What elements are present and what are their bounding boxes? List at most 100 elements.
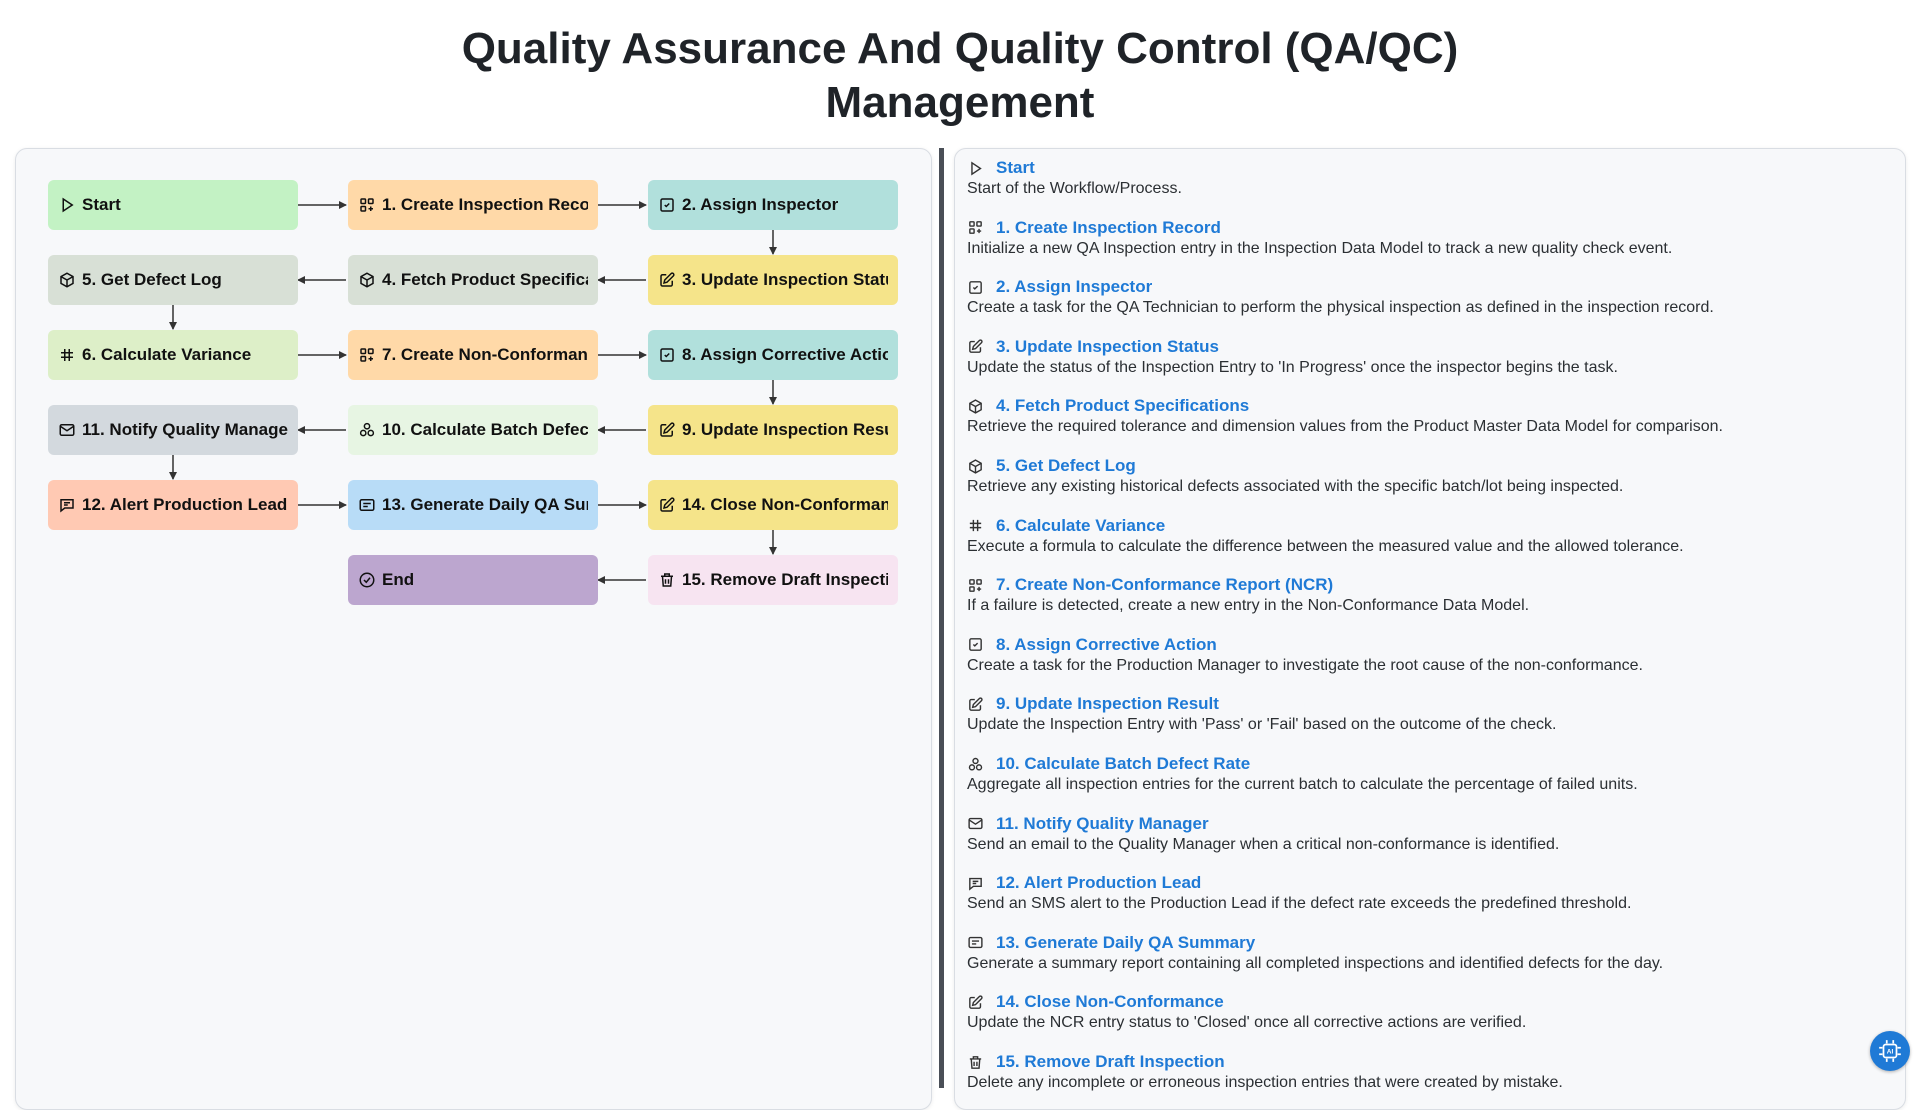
node-label: End bbox=[382, 570, 415, 589]
node-n6[interactable]: 6. Calculate Variance bbox=[48, 330, 298, 380]
step-descriptions-panel[interactable]: Start Start of the Workflow/Process. 1. Cr… bbox=[954, 148, 1906, 1110]
step-description-head[interactable]: 11. Notify Quality Manager bbox=[967, 813, 1897, 835]
check-square-icon bbox=[967, 279, 984, 296]
hash-grid-icon bbox=[967, 517, 984, 534]
step-description: 14. Close Non-Conformance Update the NCR … bbox=[967, 991, 1897, 1033]
step-description: 5. Get Defect Log Retrieve any existing h… bbox=[967, 455, 1897, 497]
step-description: Start Start of the Workflow/Process. bbox=[967, 157, 1897, 199]
step-description-head[interactable]: Start bbox=[967, 157, 1897, 179]
step-description-head[interactable]: 12. Alert Production Lead bbox=[967, 872, 1897, 894]
step-name-link[interactable]: 2. Assign Inspector bbox=[996, 277, 1152, 297]
step-name-link[interactable]: 7. Create Non-Conformance Report (NCR) bbox=[996, 575, 1333, 595]
step-name-link[interactable]: 13. Generate Daily QA Summary bbox=[996, 933, 1255, 953]
step-name-link[interactable]: 6. Calculate Variance bbox=[996, 516, 1165, 536]
step-description: 13. Generate Daily QA Summary Generate a … bbox=[967, 932, 1897, 974]
node-n3[interactable]: 3. Update Inspection Status bbox=[648, 255, 898, 305]
node-label: 8. Assign Corrective Action bbox=[682, 345, 888, 364]
step-name-link[interactable]: 11. Notify Quality Manager bbox=[996, 814, 1209, 834]
step-description: 2. Assign Inspector Create a task for the… bbox=[967, 276, 1897, 318]
play-icon bbox=[967, 160, 984, 177]
step-name-link[interactable]: 8. Assign Corrective Action bbox=[996, 635, 1217, 655]
step-name-link[interactable]: 10. Calculate Batch Defect Rate bbox=[996, 754, 1250, 774]
ai-chip-icon: AI bbox=[1879, 1040, 1901, 1062]
node-label: 15. Remove Draft Inspection bbox=[682, 570, 888, 589]
node-n10[interactable]: 10. Calculate Batch Defect Rate bbox=[348, 405, 598, 455]
node-n11[interactable]: 11. Notify Quality Manager bbox=[48, 405, 298, 455]
step-description-head[interactable]: 14. Close Non-Conformance bbox=[967, 991, 1897, 1013]
step-name-link[interactable]: 3. Update Inspection Status bbox=[996, 337, 1219, 357]
step-description-head[interactable]: 4. Fetch Product Specifications bbox=[967, 395, 1897, 417]
mail-icon bbox=[967, 815, 984, 832]
step-name-link[interactable]: 4. Fetch Product Specifications bbox=[996, 396, 1249, 416]
step-description-head[interactable]: 5. Get Defect Log bbox=[967, 455, 1897, 477]
svg-text:AI: AI bbox=[1887, 1049, 1894, 1056]
node-label: 12. Alert Production Lead bbox=[82, 495, 288, 514]
node-n15[interactable]: 15. Remove Draft Inspection bbox=[648, 555, 898, 605]
step-description-text: Initialize a new QA Inspection entry in … bbox=[967, 239, 1673, 257]
node-label: 9. Update Inspection Result bbox=[682, 420, 888, 439]
edit-icon bbox=[967, 696, 984, 713]
node-n2[interactable]: 2. Assign Inspector bbox=[648, 180, 898, 230]
node-n7[interactable]: 7. Create Non-Conformance Report (NCR) bbox=[348, 330, 598, 380]
node-n4[interactable]: 4. Fetch Product Specifications bbox=[348, 255, 598, 305]
step-description-head[interactable]: 6. Calculate Variance bbox=[967, 515, 1897, 537]
trash-icon bbox=[967, 1054, 984, 1071]
step-description-head[interactable]: 10. Calculate Batch Defect Rate bbox=[967, 753, 1897, 775]
step-description: 7. Create Non-Conformance Report (NCR) If… bbox=[967, 574, 1897, 616]
node-n14[interactable]: 14. Close Non-Conformance bbox=[648, 480, 898, 530]
node-label: Start bbox=[82, 195, 121, 214]
edit-icon bbox=[967, 338, 984, 355]
step-name-link[interactable]: 1. Create Inspection Record bbox=[996, 218, 1221, 238]
step-description-head[interactable]: 15. Remove Draft Inspection bbox=[967, 1051, 1897, 1073]
panel-splitter[interactable] bbox=[939, 148, 944, 1088]
node-n13[interactable]: 13. Generate Daily QA Summary bbox=[348, 480, 598, 530]
grid-plus-icon bbox=[967, 219, 984, 236]
node-label: 2. Assign Inspector bbox=[682, 195, 839, 214]
step-description-head[interactable]: 2. Assign Inspector bbox=[967, 276, 1897, 298]
grid-plus-icon bbox=[358, 346, 376, 364]
message-icon bbox=[967, 875, 984, 892]
step-description-head[interactable]: 3. Update Inspection Status bbox=[967, 336, 1897, 358]
step-name-link[interactable]: 9. Update Inspection Result bbox=[996, 694, 1219, 714]
step-name-link[interactable]: Start bbox=[996, 158, 1035, 178]
step-description-text: Start of the Workflow/Process. bbox=[967, 180, 1182, 197]
step-description: 9. Update Inspection Result Update the In… bbox=[967, 693, 1897, 735]
step-name-link[interactable]: 12. Alert Production Lead bbox=[996, 873, 1201, 893]
step-description-head[interactable]: 13. Generate Daily QA Summary bbox=[967, 932, 1897, 954]
list-report-icon bbox=[358, 496, 376, 514]
node-n8[interactable]: 8. Assign Corrective Action bbox=[648, 330, 898, 380]
step-description: 12. Alert Production Lead Send an SMS ale… bbox=[967, 872, 1897, 914]
step-description-text: Retrieve the required tolerance and dime… bbox=[967, 418, 1723, 436]
step-description-head[interactable]: 8. Assign Corrective Action bbox=[967, 634, 1897, 656]
check-square-icon bbox=[967, 636, 984, 653]
workflow-diagram-panel[interactable]: Start 1. Create Inspection Record 2. Assig… bbox=[15, 148, 932, 1110]
ai-assistant-button[interactable]: AI bbox=[1870, 1031, 1910, 1071]
node-end[interactable]: End bbox=[348, 555, 598, 605]
node-n9[interactable]: 9. Update Inspection Result bbox=[648, 405, 898, 455]
node-label: 1. Create Inspection Record bbox=[382, 195, 588, 214]
node-n5[interactable]: 5. Get Defect Log bbox=[48, 255, 298, 305]
node-start[interactable]: Start bbox=[48, 180, 298, 230]
step-description: 4. Fetch Product Specifications Retrieve … bbox=[967, 395, 1897, 437]
node-label: 5. Get Defect Log bbox=[82, 270, 222, 289]
hash-grid-icon bbox=[58, 346, 76, 364]
step-description-text: Generate a summary report containing all… bbox=[967, 954, 1664, 972]
node-label: 3. Update Inspection Status bbox=[682, 270, 888, 289]
step-description-text: If a failure is detected, create a new e… bbox=[967, 597, 1530, 615]
step-description-text: Execute a formula to calculate the diffe… bbox=[967, 537, 1684, 555]
step-description-head[interactable]: 1. Create Inspection Record bbox=[967, 217, 1897, 239]
step-name-link[interactable]: 14. Close Non-Conformance bbox=[996, 992, 1224, 1012]
step-description-head[interactable]: 7. Create Non-Conformance Report (NCR) bbox=[967, 574, 1897, 596]
step-name-link[interactable]: 15. Remove Draft Inspection bbox=[996, 1052, 1225, 1072]
step-name-link[interactable]: 5. Get Defect Log bbox=[996, 456, 1136, 476]
node-label: 11. Notify Quality Manager bbox=[82, 420, 288, 439]
node-n1[interactable]: 1. Create Inspection Record bbox=[348, 180, 598, 230]
step-description: 15. Remove Draft Inspection Delete any in… bbox=[967, 1051, 1897, 1093]
step-description-text: Update the NCR entry status to 'Closed' … bbox=[967, 1014, 1527, 1032]
step-description-head[interactable]: 9. Update Inspection Result bbox=[967, 693, 1897, 715]
step-description-text: Create a task for the Production Manager… bbox=[967, 656, 1643, 674]
node-n12[interactable]: 12. Alert Production Lead bbox=[48, 480, 298, 530]
step-description-text: Update the status of the Inspection Entr… bbox=[967, 358, 1618, 376]
trash-icon bbox=[658, 571, 676, 589]
list-report-icon bbox=[967, 934, 984, 951]
